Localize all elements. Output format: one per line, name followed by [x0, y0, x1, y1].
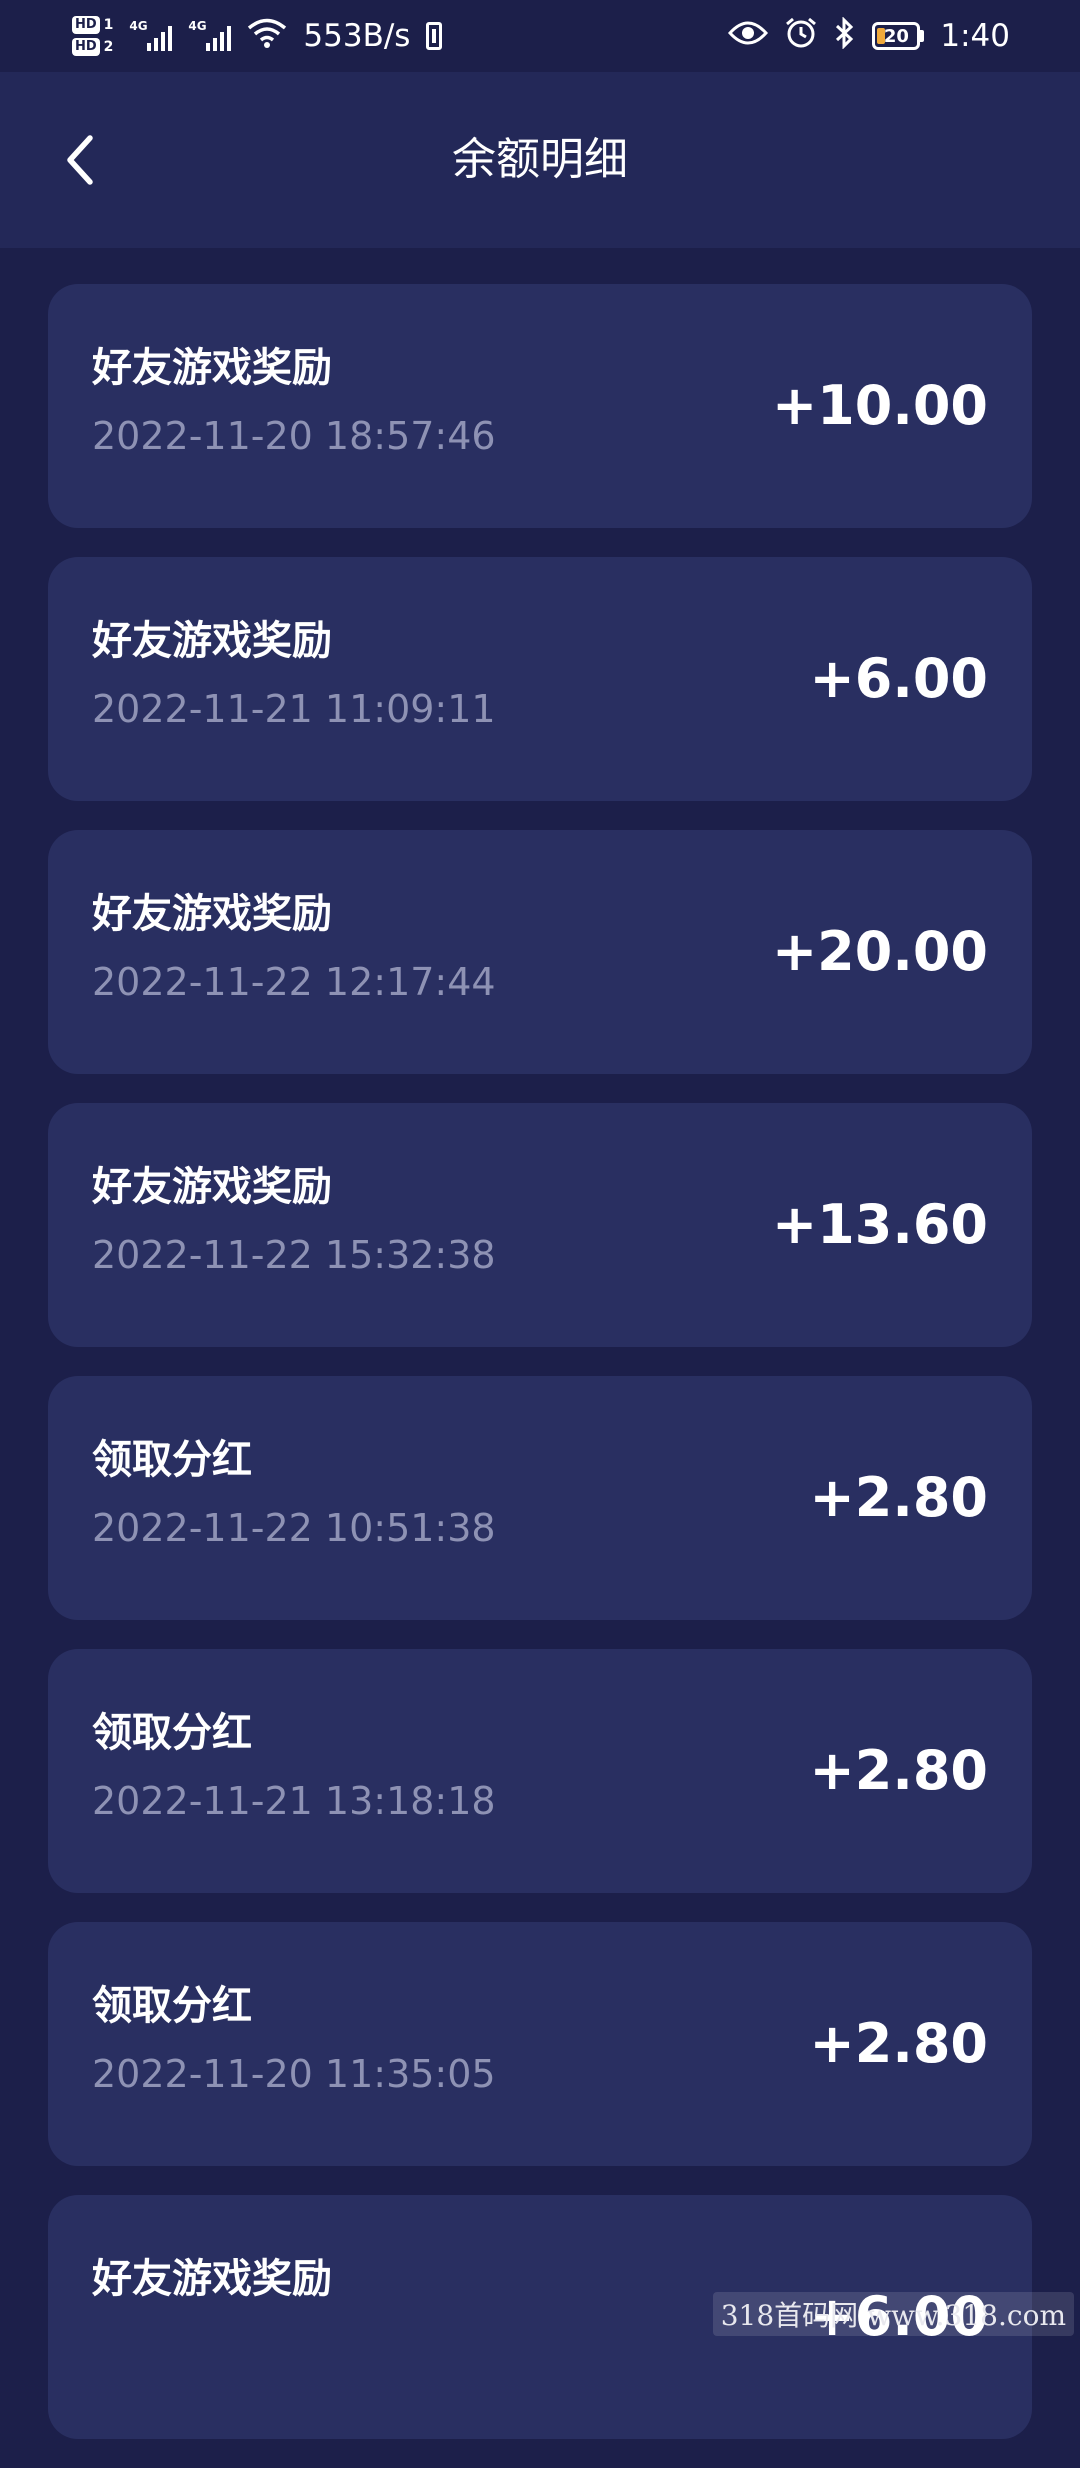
hd-badge-1: HD	[72, 16, 100, 34]
battery-level: 20	[872, 22, 921, 50]
record-item[interactable]: 好友游戏奖励 2022-11-22 15:32:38 +13.60	[48, 1103, 1032, 1347]
eye-icon	[728, 19, 769, 53]
signal-bars-1	[147, 26, 173, 51]
record-time: 2022-11-21 11:09:11	[92, 687, 496, 731]
page-title: 余额明细	[452, 134, 628, 185]
signal-bars-2	[206, 26, 232, 51]
network-type-1: 4G	[129, 19, 148, 33]
record-title: 领取分红	[92, 1983, 252, 2029]
sim2-number: 2	[103, 39, 114, 55]
signal-icon-2: 4G	[188, 19, 232, 51]
hd-badge-2: HD	[72, 38, 100, 56]
notification-icon	[426, 22, 443, 50]
record-time: 2022-11-22 12:17:44	[92, 960, 496, 1004]
network-speed: 553B/s	[303, 18, 411, 54]
record-time: 2022-11-21 13:18:18	[92, 1779, 496, 1823]
sim1-indicator: HD 1	[72, 16, 113, 34]
record-amount: +2.80	[809, 2012, 988, 2075]
status-time: 1:40	[940, 18, 1010, 54]
record-item[interactable]: 领取分红 2022-11-22 10:51:38 +2.80	[48, 1376, 1032, 1620]
record-amount: +2.80	[809, 1466, 988, 1529]
status-bar: HD 1 HD 2 4G 4G 553B/s 20 1:40	[0, 0, 1080, 72]
record-title: 领取分红	[92, 1710, 252, 1756]
sim-indicators: HD 1 HD 2	[72, 16, 113, 56]
balance-record-list: 好友游戏奖励 2022-11-20 18:57:46 +10.00 好友游戏奖励…	[48, 284, 1032, 2468]
record-title: 好友游戏奖励	[92, 1164, 332, 1210]
battery-icon: 20	[872, 22, 925, 50]
record-amount: +10.00	[771, 374, 988, 437]
wifi-icon	[247, 17, 287, 55]
app-header: 余额明细	[0, 72, 1080, 248]
record-item[interactable]: 好友游戏奖励 2022-11-22 12:17:44 +20.00	[48, 830, 1032, 1074]
network-type-2: 4G	[188, 19, 207, 33]
record-amount: +20.00	[771, 920, 988, 983]
alarm-icon	[784, 16, 818, 56]
record-title: 好友游戏奖励	[92, 345, 332, 391]
record-title: 好友游戏奖励	[92, 2256, 332, 2302]
bluetooth-icon	[834, 16, 856, 55]
status-bar-left: HD 1 HD 2 4G 4G 553B/s	[72, 16, 443, 56]
record-time: 2022-11-22 15:32:38	[92, 1233, 496, 1277]
record-item[interactable]: 好友游戏奖励 2022-11-20 18:57:46 +10.00	[48, 284, 1032, 528]
status-bar-right: 20 1:40	[728, 16, 1010, 56]
record-item[interactable]: 领取分红 2022-11-21 13:18:18 +2.80	[48, 1649, 1032, 1893]
record-time: 2022-11-22 10:51:38	[92, 1506, 496, 1550]
sim2-indicator: HD 2	[72, 38, 113, 56]
record-time: 2022-11-20 11:35:05	[92, 2052, 496, 2096]
record-title: 好友游戏奖励	[92, 618, 332, 664]
record-amount: +6.00	[809, 647, 988, 710]
signal-icon: 4G	[129, 19, 173, 51]
record-amount: +13.60	[771, 1193, 988, 1256]
record-item[interactable]: 领取分红 2022-11-20 11:35:05 +2.80	[48, 1922, 1032, 2166]
record-title: 领取分红	[92, 1437, 252, 1483]
sim1-number: 1	[103, 17, 114, 33]
site-watermark: 318首码网 www.318.com	[712, 2292, 1074, 2336]
record-item[interactable]: 好友游戏奖励 2022-11-21 11:09:11 +6.00	[48, 557, 1032, 801]
record-amount: +2.80	[809, 1739, 988, 1802]
record-title: 好友游戏奖励	[92, 891, 332, 937]
record-time: 2022-11-20 18:57:46	[92, 414, 496, 458]
